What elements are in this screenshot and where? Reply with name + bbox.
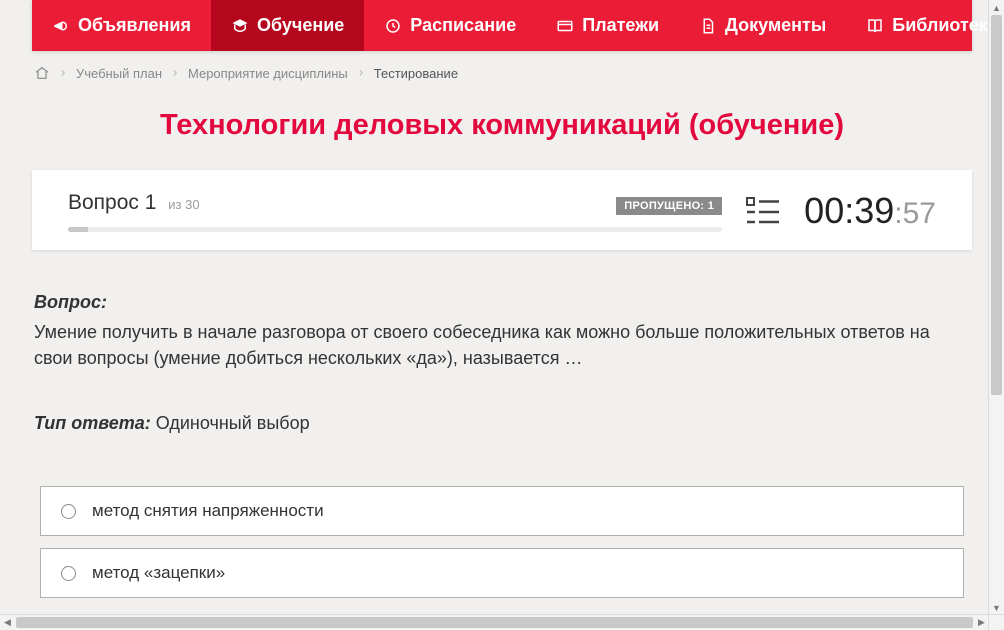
megaphone-icon [52,17,70,35]
radio-icon [61,566,76,581]
breadcrumb-link-study-plan[interactable]: Учебный план [76,66,162,81]
main-navbar: Объявления Обучение Расписание [32,0,972,51]
nav-label: Объявления [78,15,191,36]
option-label: метод снятия напряженности [92,501,324,521]
answer-type-line: Тип ответа: Одиночный выбор [34,413,970,434]
nav-label: Расписание [410,15,516,36]
book-icon [866,17,884,35]
answer-type-value: Одиночный выбор [156,413,310,433]
scrollbar-corner [988,614,1004,630]
skipped-badge: ПРОПУЩЕНО: 1 [616,197,722,215]
graduation-cap-icon [231,17,249,35]
document-icon [699,17,717,35]
radio-icon [61,504,76,519]
breadcrumb-link-discipline-event[interactable]: Мероприятие дисциплины [188,66,348,81]
scroll-up-icon[interactable]: ▲ [989,0,1004,15]
chevron-right-icon [356,66,366,81]
scroll-left-icon[interactable]: ◀ [0,615,15,630]
question-index: Вопрос 1 [68,191,162,214]
status-panel: Вопрос 1 из 30 ПРОПУЩЕНО: 1 [32,170,972,250]
horizontal-scrollbar[interactable]: ◀ ▶ [0,614,989,630]
answer-type-label: Тип ответа: [34,413,151,433]
nav-label: Платежи [582,15,659,36]
option-1[interactable]: метод снятия напряженности [40,486,964,536]
progress-fill [68,227,88,232]
question-list-button[interactable] [746,195,780,227]
nav-label: Обучение [257,15,344,36]
scroll-thumb[interactable] [16,617,973,628]
option-label: метод «зацепки» [92,563,225,583]
nav-label: Библиотека [892,15,998,36]
options-list: метод снятия напряженности метод «зацепк… [34,486,970,615]
vertical-scrollbar[interactable]: ▲ ▼ [988,0,1004,615]
nav-documents[interactable]: Документы [679,0,846,51]
home-icon[interactable] [34,65,50,81]
scroll-down-icon[interactable]: ▼ [989,600,1004,615]
nav-label: Документы [725,15,826,36]
nav-payments[interactable]: Платежи [536,0,679,51]
chevron-right-icon [170,66,180,81]
question-caption: Вопрос: [34,292,970,313]
nav-announcements[interactable]: Объявления [32,0,211,51]
breadcrumb: Учебный план Мероприятие дисциплины Тест… [32,51,972,91]
scroll-right-icon[interactable]: ▶ [974,615,989,630]
question-text: Умение получить в начале разговора от св… [34,319,970,371]
nav-library[interactable]: Библиотека [846,0,1004,51]
card-icon [556,17,574,35]
clock-icon [384,17,402,35]
scroll-thumb[interactable] [991,15,1002,395]
question-total: из 30 [168,197,199,212]
progress-bar [68,227,722,232]
chevron-right-icon [58,66,68,81]
timer: 00:39:57 [804,190,936,232]
page-title: Технологии деловых коммуникаций (обучени… [32,109,972,142]
option-2[interactable]: метод «зацепки» [40,548,964,598]
nav-learning[interactable]: Обучение [211,0,364,51]
nav-schedule[interactable]: Расписание [364,0,536,51]
breadcrumb-current: Тестирование [374,66,458,81]
